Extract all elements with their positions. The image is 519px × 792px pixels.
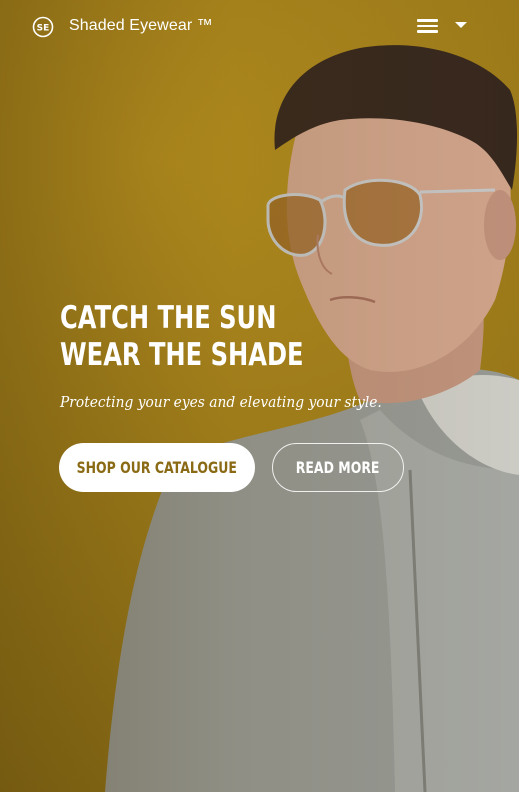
read-more-button[interactable]: READ MORE (272, 443, 404, 492)
hero-tagline: Protecting your eyes and elevating your … (60, 393, 382, 411)
headline-line-2: WEAR THE SHADE (60, 337, 304, 373)
svg-text:SE: SE (37, 24, 50, 34)
hero-section: SE Shaded Eyewear ™ CATCH THE SUN WEAR T… (0, 0, 519, 792)
caret-down-icon[interactable] (455, 22, 467, 28)
site-header: SE Shaded Eyewear ™ (0, 0, 519, 54)
se-monogram-logo-icon[interactable]: SE (32, 16, 54, 38)
brand-name[interactable]: Shaded Eyewear ™ (69, 17, 213, 35)
hamburger-menu-icon[interactable] (416, 17, 440, 37)
read-more-label: READ MORE (296, 458, 380, 477)
shop-catalogue-button[interactable]: SHOP OUR CATALOGUE (59, 443, 255, 492)
headline-line-1: CATCH THE SUN (60, 300, 277, 336)
hero-headline: CATCH THE SUN WEAR THE SHADE (60, 300, 325, 374)
shop-catalogue-label: SHOP OUR CATALOGUE (76, 458, 238, 477)
